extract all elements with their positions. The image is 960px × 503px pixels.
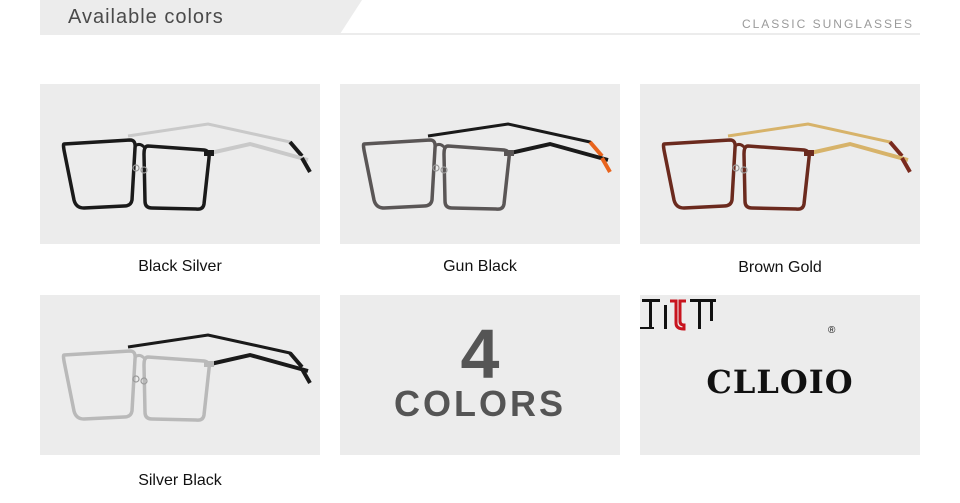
product-tile-brown-gold[interactable] [640,84,920,244]
left-lens-frame [661,138,737,210]
header-divider [40,33,920,35]
left-lens-frame [61,138,137,210]
variant-label: Gun Black [443,258,517,275]
left-lens-frame [361,138,437,210]
product-tile-black-silver[interactable] [40,84,320,244]
variant-label: Silver Black [138,472,222,489]
section-title: Available colors [68,6,224,28]
right-lens-frame [442,144,511,211]
variant-label: Black Silver [138,258,222,275]
hinge [204,150,214,156]
product-tile-silver-black[interactable] [40,295,320,455]
colors-count-word: COLORS [393,383,566,424]
registered-mark: ® [828,325,836,336]
brand-name: CLLOIO [706,363,854,401]
section-subtitle: CLASSIC SUNGLASSES [741,17,914,31]
glasses-image [61,333,312,422]
left-lens-frame [61,349,137,421]
hinge [504,150,514,156]
hinge [204,361,214,367]
hinge [804,150,814,156]
variant-label: Brown Gold [738,259,822,276]
product-tile-gun-black[interactable] [340,84,620,244]
glasses-image [661,122,912,211]
colors-count-tile: 4 COLORS [340,295,620,455]
brand-logo-icon [640,299,716,331]
brand-tile: ® CLLOIO [640,295,920,455]
right-lens-frame [742,144,811,211]
right-lens-frame [142,144,211,211]
colors-count-number: 4 [460,315,500,393]
glasses-image [61,122,312,211]
section-header: Available colors CLASSIC SUNGLASSES [40,0,920,40]
right-lens-frame [142,355,211,422]
header-tab-slant [340,0,362,34]
glasses-image [361,122,612,211]
